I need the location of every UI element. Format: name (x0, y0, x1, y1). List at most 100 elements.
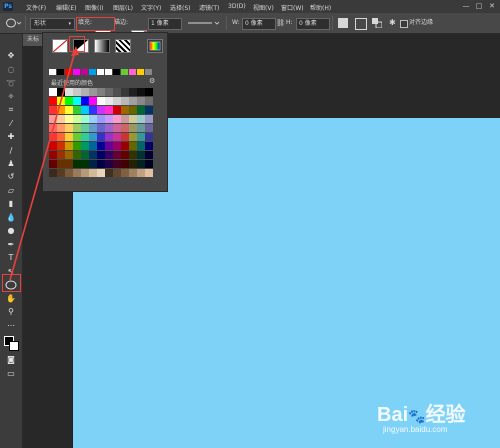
zoom-tool-icon[interactable]: ⚲ (3, 306, 19, 318)
menu-window[interactable]: 窗口(W) (281, 3, 304, 12)
path-operations-icon[interactable] (338, 18, 348, 28)
menu-file[interactable]: 文件(F) (26, 3, 46, 12)
color-swatch[interactable] (145, 142, 153, 150)
color-swatch[interactable] (105, 133, 113, 141)
recent-swatch[interactable] (73, 69, 80, 75)
color-swatch[interactable] (65, 151, 73, 159)
color-swatch[interactable] (73, 124, 81, 132)
color-swatch[interactable] (121, 133, 129, 141)
color-swatch[interactable] (121, 115, 129, 123)
color-swatch[interactable] (97, 160, 105, 168)
pen-tool-icon[interactable]: ✒ (3, 239, 19, 251)
color-swatch[interactable] (145, 133, 153, 141)
dodge-tool-icon[interactable]: ● (3, 225, 19, 237)
color-swatch[interactable] (97, 142, 105, 150)
menu-type[interactable]: 文字(Y) (141, 3, 161, 12)
color-swatch[interactable] (81, 97, 89, 105)
color-swatch[interactable] (105, 106, 113, 114)
color-swatch[interactable] (73, 88, 81, 96)
color-swatch[interactable] (129, 151, 137, 159)
color-swatch[interactable] (137, 151, 145, 159)
color-swatch[interactable] (73, 142, 81, 150)
color-swatch[interactable] (105, 142, 113, 150)
color-swatch[interactable] (145, 106, 153, 114)
color-swatch[interactable] (73, 151, 81, 159)
color-swatch[interactable] (121, 88, 129, 96)
color-swatch[interactable] (113, 160, 121, 168)
color-swatch[interactable] (137, 97, 145, 105)
color-swatch[interactable] (57, 97, 65, 105)
color-swatch[interactable] (145, 124, 153, 132)
minimize-icon[interactable]: — (462, 2, 470, 10)
color-swatch[interactable] (57, 169, 65, 177)
color-swatch[interactable] (97, 88, 105, 96)
color-swatch[interactable] (65, 142, 73, 150)
path-arrangement-icon[interactable] (372, 18, 383, 29)
color-swatch[interactable] (129, 133, 137, 141)
close-icon[interactable]: ✕ (488, 2, 496, 10)
recent-swatch[interactable] (49, 69, 56, 75)
recent-swatch[interactable] (97, 69, 104, 75)
color-swatch[interactable] (105, 160, 113, 168)
color-swatch[interactable] (57, 142, 65, 150)
color-swatch[interactable] (49, 88, 57, 96)
menu-layer[interactable]: 图层(L) (113, 3, 133, 12)
color-swatch[interactable] (113, 106, 121, 114)
color-swatch[interactable] (57, 106, 65, 114)
menu-select[interactable]: 选择(S) (170, 3, 191, 12)
color-swatch[interactable] (137, 115, 145, 123)
height-field[interactable]: 0 像素 (296, 18, 330, 30)
recent-swatch[interactable] (81, 69, 88, 75)
color-swatch[interactable] (129, 124, 137, 132)
color-swatch[interactable] (137, 160, 145, 168)
history-brush-tool-icon[interactable]: ↺ (3, 171, 19, 183)
background-color-swatch[interactable] (9, 341, 19, 351)
color-swatch[interactable] (113, 133, 121, 141)
color-swatch[interactable] (89, 124, 97, 132)
pattern-icon[interactable] (115, 39, 131, 53)
recent-swatch[interactable] (129, 69, 136, 75)
color-swatch[interactable] (81, 88, 89, 96)
recent-swatch[interactable] (121, 69, 128, 75)
color-swatch[interactable] (129, 106, 137, 114)
color-swatch[interactable] (49, 115, 57, 123)
color-swatch[interactable] (73, 106, 81, 114)
color-swatch[interactable] (73, 169, 81, 177)
color-swatch[interactable] (121, 124, 129, 132)
color-swatch[interactable] (49, 151, 57, 159)
stroke-width-field[interactable]: 1 像素 (148, 18, 182, 30)
color-swatch[interactable] (65, 133, 73, 141)
color-swatch[interactable] (129, 88, 137, 96)
color-swatch[interactable] (145, 169, 153, 177)
menu-view[interactable]: 视图(V) (253, 3, 274, 12)
align-edges-checkbox[interactable] (400, 20, 408, 28)
color-swatch[interactable] (97, 133, 105, 141)
color-swatch[interactable] (105, 88, 113, 96)
color-swatch[interactable] (89, 142, 97, 150)
color-swatch[interactable] (105, 124, 113, 132)
healing-brush-tool-icon[interactable]: ✚ (3, 131, 19, 143)
color-swatch[interactable] (129, 97, 137, 105)
color-swatch[interactable] (49, 124, 57, 132)
color-swatch[interactable] (73, 97, 81, 105)
menu-3d[interactable]: 3D(D) (228, 3, 246, 10)
menu-image[interactable]: 图像(I) (85, 3, 103, 12)
type-tool-icon[interactable]: T (3, 252, 19, 264)
color-swatch[interactable] (81, 151, 89, 159)
color-swatch[interactable] (129, 115, 137, 123)
color-swatch[interactable] (65, 97, 73, 105)
gradient-icon[interactable] (94, 39, 110, 53)
no-color-icon[interactable] (52, 39, 68, 53)
menu-help[interactable]: 帮助(H) (310, 3, 331, 12)
color-swatch[interactable] (81, 169, 89, 177)
color-swatch[interactable] (113, 124, 121, 132)
recent-swatch[interactable] (137, 69, 144, 75)
gear-icon[interactable]: ⚙ (149, 77, 155, 85)
color-swatch[interactable] (49, 160, 57, 168)
recent-swatch[interactable] (113, 69, 120, 75)
color-picker-icon[interactable] (147, 39, 163, 53)
color-swatch[interactable] (49, 142, 57, 150)
color-swatch[interactable] (89, 88, 97, 96)
color-swatch[interactable] (73, 160, 81, 168)
color-swatch[interactable] (137, 106, 145, 114)
